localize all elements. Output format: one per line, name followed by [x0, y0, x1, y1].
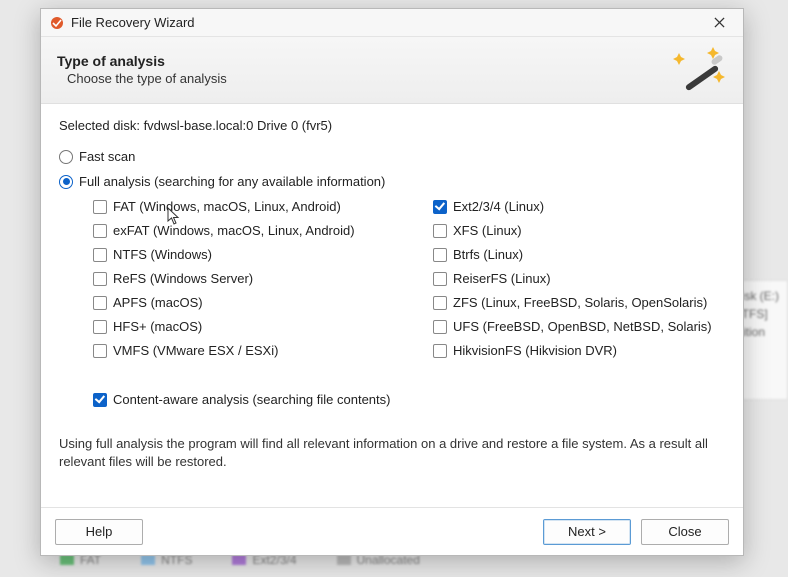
checkbox-vmfs-label: VMFS (VMware ESX / ESXi) [113, 343, 278, 358]
checkbox-icon [93, 320, 107, 334]
page-heading: Type of analysis [57, 53, 661, 69]
checkbox-icon [93, 200, 107, 214]
checkbox-btrfs-label: Btrfs (Linux) [453, 247, 523, 262]
checkbox-icon [93, 296, 107, 310]
checkbox-xfs[interactable]: XFS (Linux) [433, 223, 725, 238]
checkbox-hfs-label: HFS+ (macOS) [113, 319, 202, 334]
checkbox-content-aware-label: Content-aware analysis (searching file c… [113, 392, 390, 407]
page-subheading: Choose the type of analysis [67, 71, 661, 86]
checkbox-ext[interactable]: Ext2/3/4 (Linux) [433, 199, 725, 214]
checkbox-icon [433, 200, 447, 214]
checkbox-ntfs[interactable]: NTFS (Windows) [93, 247, 413, 262]
checkbox-hikvisionfs-label: HikvisionFS (Hikvision DVR) [453, 343, 617, 358]
checkbox-reiserfs-label: ReiserFS (Linux) [453, 271, 551, 286]
checkbox-ext-label: Ext2/3/4 (Linux) [453, 199, 544, 214]
checkbox-exfat[interactable]: exFAT (Windows, macOS, Linux, Android) [93, 223, 413, 238]
wizard-dialog: File Recovery Wizard Type of analysis Ch… [40, 8, 744, 556]
window-title: File Recovery Wizard [71, 15, 703, 30]
checkbox-icon [433, 296, 447, 310]
header-band: Type of analysis Choose the type of anal… [41, 37, 743, 104]
checkbox-zfs[interactable]: ZFS (Linux, FreeBSD, Solaris, OpenSolari… [433, 295, 725, 310]
wizard-wand-icon [673, 47, 727, 91]
checkbox-ufs[interactable]: UFS (FreeBSD, OpenBSD, NetBSD, Solaris) [433, 319, 725, 334]
checkbox-icon [433, 224, 447, 238]
checkbox-zfs-label: ZFS (Linux, FreeBSD, Solaris, OpenSolari… [453, 295, 707, 310]
checkbox-ufs-label: UFS (FreeBSD, OpenBSD, NetBSD, Solaris) [453, 319, 712, 334]
checkbox-icon [433, 248, 447, 262]
radio-full-analysis-label: Full analysis (searching for any availab… [79, 174, 385, 189]
selected-disk-row: Selected disk: fvdwsl-base.local:0 Drive… [59, 118, 725, 133]
bg-swatch-ext [232, 555, 246, 565]
checkbox-xfs-label: XFS (Linux) [453, 223, 522, 238]
selected-disk-label: Selected disk: [59, 118, 140, 133]
checkbox-hfs[interactable]: HFS+ (macOS) [93, 319, 413, 334]
checkbox-content-aware[interactable]: Content-aware analysis (searching file c… [93, 392, 725, 407]
checkbox-exfat-label: exFAT (Windows, macOS, Linux, Android) [113, 223, 355, 238]
radio-icon [59, 150, 73, 164]
footer: Help Next > Close [41, 507, 743, 555]
checkbox-reiserfs[interactable]: ReiserFS (Linux) [433, 271, 725, 286]
help-button[interactable]: Help [55, 519, 143, 545]
checkbox-ntfs-label: NTFS (Windows) [113, 247, 212, 262]
bg-swatch-unalloc [337, 555, 351, 565]
close-icon[interactable] [703, 12, 735, 34]
next-button[interactable]: Next > [543, 519, 631, 545]
radio-fast-scan[interactable]: Fast scan [59, 149, 725, 164]
filesystem-grid: FAT (Windows, macOS, Linux, Android) Ext… [93, 199, 725, 358]
bg-swatch-ntfs [141, 555, 155, 565]
radio-icon [59, 175, 73, 189]
checkbox-btrfs[interactable]: Btrfs (Linux) [433, 247, 725, 262]
checkbox-icon [433, 344, 447, 358]
checkbox-fat-label: FAT (Windows, macOS, Linux, Android) [113, 199, 341, 214]
checkbox-apfs-label: APFS (macOS) [113, 295, 203, 310]
checkbox-icon [93, 248, 107, 262]
checkbox-refs-label: ReFS (Windows Server) [113, 271, 253, 286]
checkbox-hikvisionfs[interactable]: HikvisionFS (Hikvision DVR) [433, 343, 725, 358]
checkbox-icon [433, 272, 447, 286]
bg-swatch-fat [60, 555, 74, 565]
checkbox-refs[interactable]: ReFS (Windows Server) [93, 271, 413, 286]
content-area: Selected disk: fvdwsl-base.local:0 Drive… [41, 104, 743, 507]
description-text: Using full analysis the program will fin… [59, 435, 725, 470]
checkbox-icon [93, 393, 107, 407]
checkbox-apfs[interactable]: APFS (macOS) [93, 295, 413, 310]
checkbox-fat[interactable]: FAT (Windows, macOS, Linux, Android) [93, 199, 413, 214]
titlebar: File Recovery Wizard [41, 9, 743, 37]
checkbox-icon [93, 344, 107, 358]
app-icon [49, 15, 65, 31]
selected-disk-value: fvdwsl-base.local:0 Drive 0 (fvr5) [144, 118, 333, 133]
header-text: Type of analysis Choose the type of anal… [57, 53, 661, 86]
radio-full-analysis[interactable]: Full analysis (searching for any availab… [59, 174, 725, 189]
close-button[interactable]: Close [641, 519, 729, 545]
checkbox-vmfs[interactable]: VMFS (VMware ESX / ESXi) [93, 343, 413, 358]
checkbox-icon [93, 272, 107, 286]
radio-fast-scan-label: Fast scan [79, 149, 135, 164]
checkbox-icon [433, 320, 447, 334]
checkbox-icon [93, 224, 107, 238]
